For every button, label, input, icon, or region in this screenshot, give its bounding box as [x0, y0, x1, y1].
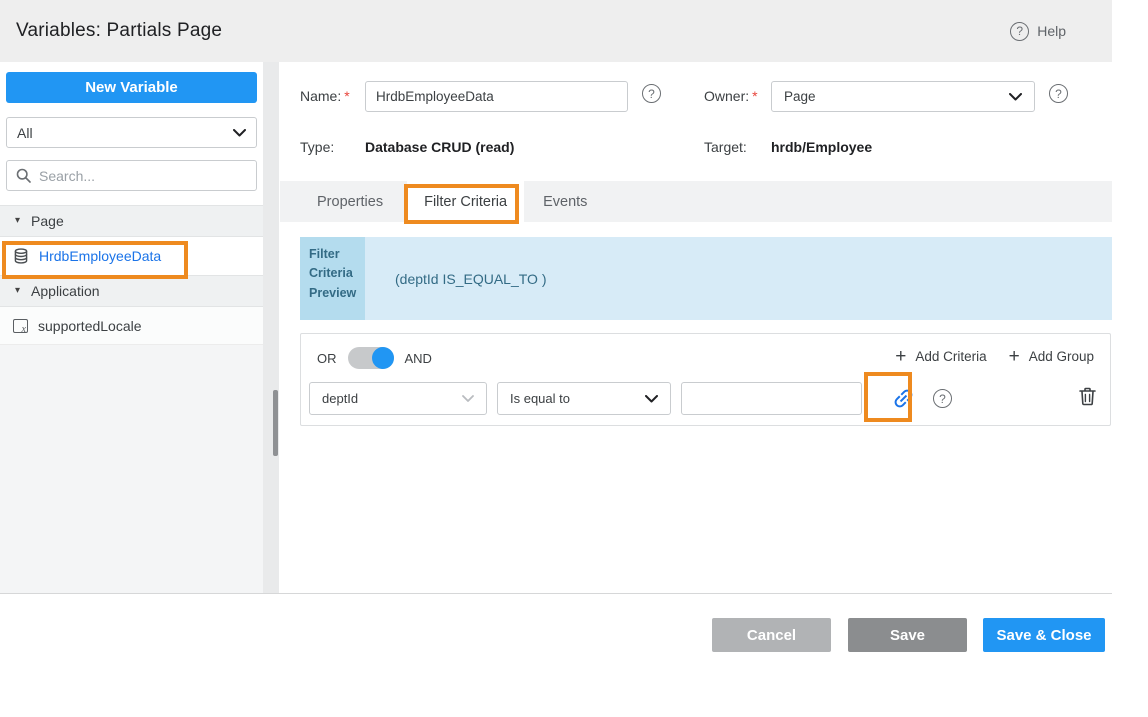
tree-item-hrdbemployeedata[interactable]: HrdbEmployeeData	[0, 237, 263, 275]
trash-icon	[1079, 387, 1096, 406]
collapse-triangle-icon: ▾	[15, 216, 20, 226]
criteria-condition-value: Is equal to	[510, 391, 570, 406]
or-and-toggle[interactable]	[348, 347, 394, 369]
logic-toggle-row: OR AND	[317, 347, 432, 369]
dialog-titlebar: Variables: Partials Page ? Help	[0, 0, 1112, 62]
name-input[interactable]	[365, 81, 628, 112]
search-icon	[16, 168, 31, 183]
variables-sidebar: New Variable All ▾ Page HrdbEm	[0, 62, 263, 593]
tab-filter-criteria[interactable]: Filter Criteria	[407, 181, 524, 222]
criteria-condition-select[interactable]: Is equal to	[497, 382, 671, 415]
filter-criteria-preview: Filter Criteria Preview (deptId IS_EQUAL…	[300, 237, 1112, 320]
target-value: hrdb/Employee	[771, 139, 872, 155]
help-button[interactable]: ? Help	[1010, 22, 1066, 41]
owner-label: Owner:*	[704, 88, 758, 104]
toggle-knob	[372, 347, 394, 369]
required-asterisk: *	[344, 88, 349, 104]
sidebar-divider	[263, 62, 279, 593]
tree-section-page-label: Page	[31, 213, 64, 229]
sidebar-scrollbar-thumb[interactable]	[273, 390, 278, 456]
chevron-down-icon	[645, 395, 658, 403]
dialog-body-divider	[0, 593, 1112, 594]
owner-value: Page	[784, 89, 816, 104]
criteria-field-select[interactable]: deptId	[309, 382, 487, 415]
add-criteria-button[interactable]: + Add Criteria	[895, 347, 986, 366]
sidebar-filler	[0, 345, 263, 593]
name-label: Name:*	[300, 88, 350, 104]
tree-section-application-label: Application	[31, 283, 100, 299]
search-input[interactable]	[39, 168, 247, 184]
database-icon	[13, 248, 29, 264]
locale-variable-icon: x	[13, 319, 28, 333]
link-icon	[891, 386, 916, 411]
chevron-down-icon	[462, 395, 474, 403]
page-title: Variables: Partials Page	[16, 20, 222, 42]
variables-dialog: Variables: Partials Page ? Help New Vari…	[0, 0, 1148, 717]
plus-icon: +	[895, 347, 906, 366]
chevron-down-icon	[1009, 93, 1022, 101]
criteria-builder: OR AND + Add Criteria + Add Group deptId	[300, 333, 1111, 426]
variable-search	[6, 160, 257, 191]
tree-item-supportedlocale[interactable]: x supportedLocale	[0, 307, 263, 345]
type-value: Database CRUD (read)	[365, 139, 514, 155]
target-label: Target:	[704, 139, 747, 155]
or-label: OR	[317, 351, 337, 366]
owner-help-icon[interactable]: ?	[1049, 84, 1068, 103]
cancel-button[interactable]: Cancel	[712, 618, 831, 652]
chevron-down-icon	[233, 129, 246, 137]
and-label: AND	[405, 351, 432, 366]
type-label: Type:	[300, 139, 334, 155]
collapse-triangle-icon: ▾	[15, 286, 20, 296]
help-label: Help	[1037, 23, 1066, 39]
variable-filter-value: All	[17, 125, 33, 141]
add-group-label: Add Group	[1029, 349, 1094, 364]
criteria-actions: + Add Criteria + Add Group	[895, 347, 1094, 366]
save-button[interactable]: Save	[848, 618, 967, 652]
criteria-help-icon[interactable]: ?	[933, 389, 952, 408]
plus-icon: +	[1009, 347, 1020, 366]
help-icon: ?	[1010, 22, 1029, 41]
filter-criteria-preview-label: Filter Criteria Preview	[300, 237, 365, 320]
add-criteria-label: Add Criteria	[915, 349, 986, 364]
tree-item-label: HrdbEmployeeData	[39, 248, 161, 264]
add-group-button[interactable]: + Add Group	[1009, 347, 1094, 366]
criteria-field-value: deptId	[322, 391, 358, 406]
variable-filter-select[interactable]: All	[6, 117, 257, 148]
tab-events[interactable]: Events	[540, 181, 590, 222]
new-variable-button[interactable]: New Variable	[6, 72, 257, 103]
bind-variable-link-button[interactable]	[891, 386, 916, 411]
variable-detail-panel: Name:* ? Owner:* Page ? Type: Database C…	[280, 62, 1112, 593]
name-help-icon[interactable]: ?	[642, 84, 661, 103]
tree-item-label: supportedLocale	[38, 318, 142, 334]
tree-section-application[interactable]: ▾ Application	[0, 275, 263, 307]
tab-properties[interactable]: Properties	[314, 181, 386, 222]
delete-criteria-button[interactable]	[1079, 387, 1096, 406]
tree-section-page[interactable]: ▾ Page	[0, 205, 263, 237]
filter-criteria-preview-value: (deptId IS_EQUAL_TO )	[365, 237, 1112, 320]
save-and-close-button[interactable]: Save & Close	[983, 618, 1105, 652]
criteria-value-input[interactable]	[681, 382, 862, 415]
required-asterisk: *	[752, 88, 757, 104]
owner-select[interactable]: Page	[771, 81, 1035, 112]
variable-tree: ▾ Page HrdbEmployeeData ▾ Application x …	[0, 205, 263, 593]
detail-tabs: Properties Filter Criteria Events	[280, 181, 1112, 222]
